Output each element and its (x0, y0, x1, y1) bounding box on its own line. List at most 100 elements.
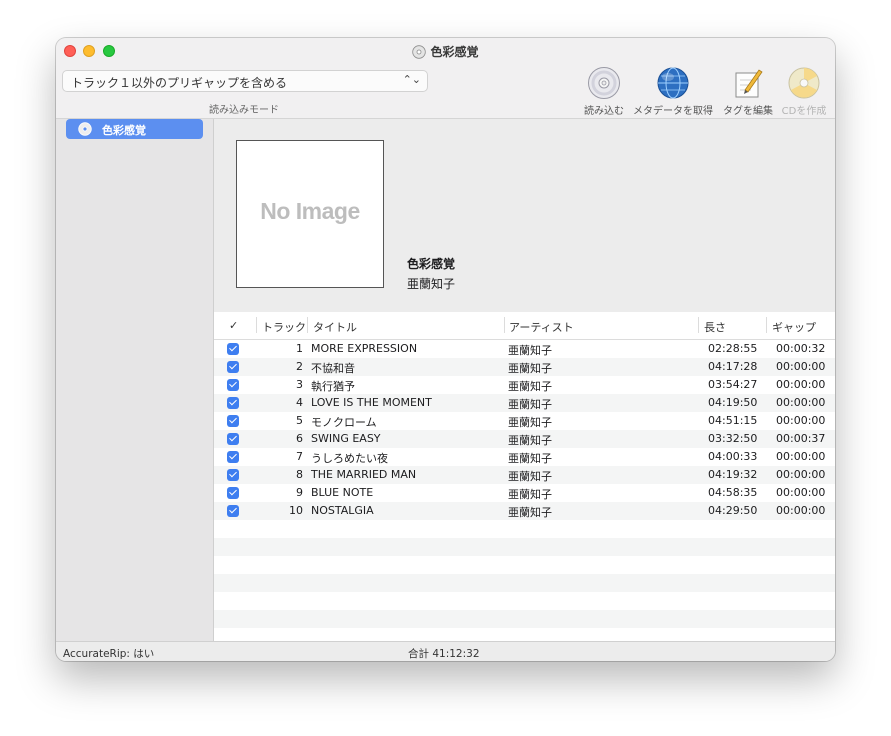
track-title: LOVE IS THE MOMENT (311, 396, 432, 409)
album-artist: 亜蘭知子 (407, 277, 456, 291)
table-row[interactable]: 5 モノクローム 亜蘭知子 04:51:15 00:00:00 (214, 412, 835, 430)
table-row[interactable]: 3 執行猶予 亜蘭知子 03:54:27 00:00:00 (214, 376, 835, 394)
column-header-gap[interactable]: ギャップ (772, 319, 816, 335)
track-number: 7 (296, 450, 303, 463)
empty-row (214, 574, 835, 592)
track-artist: 亜蘭知子 (508, 488, 552, 501)
track-checkbox[interactable] (227, 343, 239, 355)
track-checkbox[interactable] (227, 469, 239, 481)
track-title: 執行猶予 (311, 380, 355, 393)
chevron-updown-icon: ⌃⌄ (402, 73, 421, 86)
edit-tags-label: タグを編集 (723, 106, 773, 117)
column-header-title[interactable]: タイトル (313, 319, 357, 335)
track-checkbox[interactable] (227, 433, 239, 445)
track-checkbox[interactable] (227, 451, 239, 463)
track-length: 04:00:33 (708, 450, 758, 463)
burn-cd-label: CDを作成 (781, 106, 827, 117)
track-number: 2 (296, 360, 303, 373)
track-number: 9 (296, 486, 303, 499)
burn-cd-icon (788, 67, 820, 99)
track-number: 10 (289, 504, 303, 517)
track-checkbox[interactable] (227, 505, 239, 517)
total-length: 合計 41:12:32 (408, 648, 480, 660)
track-artist: 亜蘭知子 (508, 416, 552, 429)
track-gap: 00:00:37 (776, 432, 826, 445)
table-row[interactable]: 10 NOSTALGIA 亜蘭知子 04:29:50 00:00:00 (214, 502, 835, 520)
track-checkbox[interactable] (227, 361, 239, 373)
column-header-check[interactable]: ✓ (229, 319, 238, 332)
track-title: うしろめたい夜 (311, 452, 388, 465)
track-title: SWING EASY (311, 432, 381, 445)
disc-detail: No Image 色彩感覚 亜蘭知子 ✓ トラック タイトル アーティスト 長さ… (214, 119, 835, 641)
track-title: 不協和音 (311, 362, 355, 375)
track-length: 04:29:50 (708, 504, 758, 517)
no-image-placeholder: No Image (260, 198, 360, 224)
edit-tags-button[interactable]: タグを編集 (720, 66, 776, 117)
read-mode-select[interactable]: トラック１以外のプリギャップを含める ⌃⌄ (62, 70, 428, 92)
table-row[interactable]: 2 不協和音 亜蘭知子 04:17:28 00:00:00 (214, 358, 835, 376)
empty-row (214, 520, 835, 538)
track-length: 03:54:27 (708, 378, 758, 391)
album-title: 色彩感覚 (407, 257, 456, 271)
pencil-note-icon (735, 69, 763, 98)
track-checkbox[interactable] (227, 397, 239, 409)
fetch-metadata-label: メタデータを取得 (633, 106, 713, 117)
sidebar-item-label: 色彩感覚 (102, 124, 146, 137)
rip-button[interactable]: 読み込む (582, 66, 626, 117)
column-divider (766, 317, 767, 333)
empty-row (214, 610, 835, 628)
track-number: 1 (296, 342, 303, 355)
sidebar-item-disc[interactable]: 色彩感覚 (66, 119, 203, 139)
track-artist: 亜蘭知子 (508, 470, 552, 483)
fetch-metadata-button[interactable]: メタデータを取得 (630, 66, 716, 117)
track-title: THE MARRIED MAN (311, 468, 417, 481)
track-length: 04:51:15 (708, 414, 758, 427)
table-row[interactable]: 4 LOVE IS THE MOMENT 亜蘭知子 04:19:50 00:00:00 (214, 394, 835, 412)
column-header-length[interactable]: 長さ (704, 319, 726, 335)
read-mode-value: トラック１以外のプリギャップを含める (71, 76, 288, 90)
track-artist: 亜蘭知子 (508, 344, 552, 357)
track-number: 6 (296, 432, 303, 445)
track-artist: 亜蘭知子 (508, 506, 552, 519)
column-header-track[interactable]: トラック (262, 319, 306, 335)
track-title: MORE EXPRESSION (311, 342, 418, 355)
track-title: モノクローム (311, 416, 377, 429)
track-checkbox[interactable] (227, 379, 239, 391)
track-checkbox[interactable] (227, 487, 239, 499)
window-title: 色彩感覚 (430, 45, 479, 59)
empty-row (214, 592, 835, 610)
column-divider (307, 317, 308, 333)
track-table: ✓ トラック タイトル アーティスト 長さ ギャップ 1 MORE EXPRESS… (214, 312, 835, 641)
table-row[interactable]: 6 SWING EASY 亜蘭知子 03:32:50 00:00:37 (214, 430, 835, 448)
burn-cd-button[interactable]: CDを作成 (778, 66, 830, 117)
table-row[interactable]: 1 MORE EXPRESSION 亜蘭知子 02:28:55 00:00:32 (214, 340, 835, 358)
table-row[interactable]: 8 THE MARRIED MAN 亜蘭知子 04:19:32 00:00:00 (214, 466, 835, 484)
track-gap: 00:00:00 (776, 486, 826, 499)
column-divider (698, 317, 699, 333)
cd-icon (412, 45, 427, 59)
track-artist: 亜蘭知子 (508, 398, 552, 411)
track-title: BLUE NOTE (311, 486, 374, 499)
table-row[interactable]: 9 BLUE NOTE 亜蘭知子 04:58:35 00:00:00 (214, 484, 835, 502)
album-artwork[interactable]: No Image (236, 140, 384, 288)
track-length: 04:58:35 (708, 486, 758, 499)
track-artist: 亜蘭知子 (508, 452, 552, 465)
track-gap: 00:00:00 (776, 396, 826, 409)
rip-button-label: 読み込む (584, 106, 624, 117)
track-gap: 00:00:00 (776, 504, 826, 517)
track-checkbox[interactable] (227, 415, 239, 427)
column-divider (504, 317, 505, 333)
track-artist: 亜蘭知子 (508, 362, 552, 375)
app-window: 色彩感覚 トラック１以外のプリギャップを含める ⌃⌄ 読み込みモード 読み込む (56, 38, 835, 661)
track-gap: 00:00:32 (776, 342, 826, 355)
track-length: 02:28:55 (708, 342, 758, 355)
accuraterip-status: AccurateRip: はい (63, 648, 155, 660)
column-divider (256, 317, 257, 333)
table-row[interactable]: 7 うしろめたい夜 亜蘭知子 04:00:33 00:00:00 (214, 448, 835, 466)
track-gap: 00:00:00 (776, 360, 826, 373)
track-length: 03:32:50 (708, 432, 758, 445)
track-gap: 00:00:00 (776, 450, 826, 463)
track-gap: 00:00:00 (776, 468, 826, 481)
column-header-artist[interactable]: アーティスト (509, 319, 574, 335)
track-length: 04:19:32 (708, 468, 758, 481)
